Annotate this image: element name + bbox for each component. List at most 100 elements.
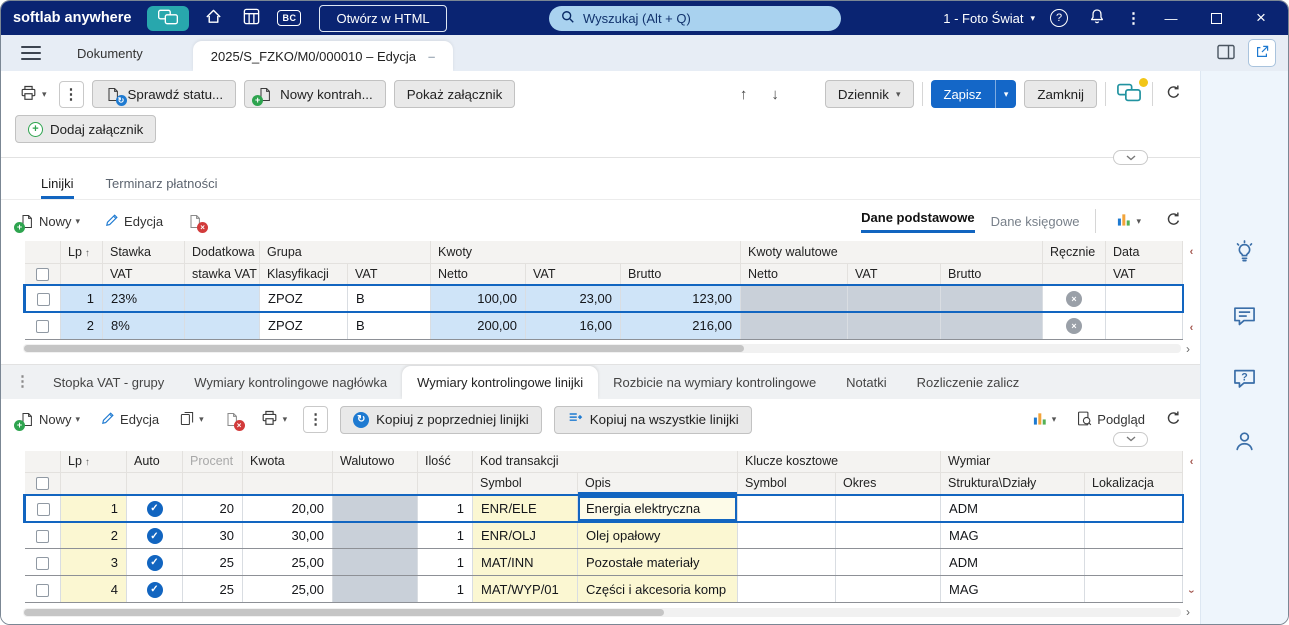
cell-kwota[interactable]: 25,00 — [242, 575, 333, 603]
col-dodatkowa[interactable]: Dodatkowa — [184, 241, 260, 264]
col-klasyfikacji[interactable]: Klasyfikacji — [259, 263, 348, 286]
col-stawka-vat[interactable]: stawka VAT — [184, 263, 260, 286]
cell-auto[interactable]: ✓ — [126, 575, 183, 603]
cell-lokalizacja[interactable] — [1084, 493, 1184, 523]
col-netto[interactable]: Netto — [430, 263, 526, 286]
help-button[interactable]: ? — [1050, 9, 1068, 27]
cell-lp[interactable]: 1 — [60, 284, 103, 313]
chat-button[interactable] — [1230, 302, 1260, 332]
col-lp[interactable]: Lp ↑ — [60, 450, 127, 473]
cell-struktura[interactable]: MAG — [940, 575, 1086, 603]
cell-struktura[interactable]: ADM — [940, 548, 1086, 576]
cell-data-vat[interactable] — [1105, 312, 1184, 340]
tab-document-edit[interactable]: 2025/S_FZKO/M0/000010 – Edycja – — [192, 41, 454, 71]
scrollbar-thumb[interactable] — [24, 608, 664, 616]
global-search[interactable] — [548, 5, 841, 31]
cell-struktura[interactable]: MAG — [940, 521, 1086, 549]
journal-dropdown[interactable]: Dziennik ▾ — [824, 80, 914, 108]
cell-grupa-vat[interactable]: B — [347, 284, 431, 313]
company-selector[interactable]: 1 - Foto Świat ▾ — [943, 11, 1035, 26]
tab-dokumenty[interactable]: Dokumenty — [57, 46, 163, 61]
cell-symbol[interactable]: MAT/INN — [472, 548, 578, 576]
table-row[interactable]: 2 8% ZPOZ B 200,00 16,00 216,00 × — [24, 312, 1184, 340]
multi-window-button[interactable] — [147, 5, 190, 31]
cell-ilosc[interactable]: 1 — [417, 493, 473, 523]
cell-brutto-walutowe[interactable] — [940, 284, 1044, 313]
cell-auto[interactable]: ✓ — [126, 521, 183, 549]
row-expand-icon[interactable]: ‹ — [1190, 247, 1194, 258]
cell-grupa-vat[interactable]: B — [347, 312, 431, 340]
help-chat-button[interactable]: ? — [1230, 365, 1260, 395]
cell-vat-walutowe[interactable] — [847, 312, 942, 340]
col-okres[interactable]: Okres — [835, 472, 942, 495]
cell-netto[interactable]: 100,00 — [430, 284, 526, 313]
cell-klasyfikacji[interactable]: ZPOZ — [259, 284, 348, 313]
table-row[interactable]: 3 ✓ 25 25,00 1 MAT/INN Pozostałe materia… — [24, 548, 1184, 576]
cell-lp[interactable]: 1 — [60, 493, 127, 523]
row-select-cell[interactable] — [24, 312, 61, 340]
table-row[interactable]: 1 23% ZPOZ B 100,00 23,00 123,00 × — [23, 284, 1184, 313]
cell-okres[interactable] — [835, 493, 942, 523]
cell-kwota[interactable]: 20,00 — [242, 493, 333, 523]
scrollbar-thumb[interactable] — [24, 345, 744, 352]
col-symbol-kod[interactable]: Symbol — [472, 472, 578, 495]
cell-symbol[interactable]: ENR/OLJ — [472, 521, 578, 549]
save-button[interactable]: Zapisz ▾ — [930, 80, 1017, 108]
cell-ilosc[interactable]: 1 — [417, 575, 473, 603]
colgroup-wymiar[interactable]: Wymiar — [940, 450, 1184, 473]
col-vat-walutowe[interactable]: VAT — [847, 263, 942, 286]
cell-lp[interactable]: 3 — [60, 548, 127, 576]
cell-procent[interactable]: 25 — [182, 575, 243, 603]
cell-lp[interactable]: 2 — [60, 312, 103, 340]
print-button[interactable]: ▾ — [15, 80, 51, 108]
col-lokalizacja[interactable]: Lokalizacja — [1084, 472, 1184, 495]
cell-procent[interactable]: 20 — [182, 493, 243, 523]
copy-from-previous-button[interactable]: ↻ Kopiuj z poprzedniej linijki — [340, 405, 542, 434]
col-auto[interactable]: Auto — [126, 450, 183, 473]
cell-netto-walutowe[interactable] — [740, 312, 849, 340]
move-down-button[interactable]: ↓ — [763, 86, 787, 103]
col-opis[interactable]: Opis — [577, 472, 739, 495]
new-contractor-button[interactable]: + Nowy kontrah... — [244, 80, 386, 108]
check-status-button[interactable]: ↻ Sprawdź statu... — [91, 80, 237, 108]
select-all-cell[interactable] — [24, 472, 61, 495]
col-kwota-vat[interactable]: VAT — [525, 263, 621, 286]
select-all-checkbox[interactable] — [35, 267, 49, 281]
cell-lp[interactable]: 4 — [60, 575, 127, 603]
cell-vat-walutowe[interactable] — [847, 284, 942, 313]
cell-walutowo[interactable] — [332, 521, 418, 549]
cell-klucze-symbol[interactable] — [737, 575, 837, 603]
col-procent[interactable]: Procent — [182, 450, 243, 473]
cell-lokalizacja[interactable] — [1084, 521, 1184, 549]
cell-kwota[interactable]: 30,00 — [242, 521, 333, 549]
cell-brutto[interactable]: 123,00 — [620, 284, 742, 313]
table-row[interactable]: 4 ✓ 25 25,00 1 MAT/WYP/01 Części i akces… — [24, 575, 1184, 603]
col-brutto-walutowe[interactable]: Brutto — [940, 263, 1044, 286]
col-vat[interactable]: VAT — [102, 263, 185, 286]
lines-new-button[interactable]: + Nowy ▾ — [14, 207, 84, 235]
cell-struktura[interactable]: ADM — [940, 493, 1086, 523]
table-row[interactable]: 1 ✓ 20 20,00 1 ENR/ELE Energia elektrycz… — [23, 493, 1184, 523]
dims-vertical-scrollbar[interactable]: ‹ ‹ — [1184, 451, 1200, 604]
col-walutowo[interactable]: Walutowo — [332, 450, 418, 473]
row-select-cell[interactable] — [24, 575, 61, 603]
col-struktura[interactable]: Struktura\Działy — [940, 472, 1086, 495]
modules-button[interactable] — [237, 5, 265, 31]
cell-vat[interactable]: 16,00 — [525, 312, 621, 340]
tab-wymiary-linijki[interactable]: Wymiary kontrolingowe linijki — [402, 365, 599, 399]
close-window-button[interactable]: × — [1246, 5, 1276, 31]
minimize-button[interactable]: — — [1156, 5, 1186, 31]
tab-stopka-vat[interactable]: Stopka VAT - grupy — [38, 366, 179, 399]
cell-okres[interactable] — [835, 575, 942, 603]
table-row[interactable]: 2 ✓ 30 30,00 1 ENR/OLJ Olej opałowy MAG — [24, 521, 1184, 549]
bc-button[interactable]: BC — [275, 5, 303, 31]
cell-ilosc[interactable]: 1 — [417, 521, 473, 549]
contact-button[interactable] — [1230, 428, 1260, 458]
col-brutto[interactable]: Brutto — [620, 263, 742, 286]
ideas-button[interactable] — [1230, 239, 1260, 269]
cell-lp[interactable]: 2 — [60, 521, 127, 549]
dims-chart-button[interactable]: ▾ — [1028, 406, 1061, 434]
cell-opis[interactable]: Pozostałe materiały — [577, 548, 739, 576]
dims-kebab-button[interactable]: ⋮ — [303, 406, 329, 433]
cell-opis[interactable]: Olej opałowy — [577, 521, 739, 549]
